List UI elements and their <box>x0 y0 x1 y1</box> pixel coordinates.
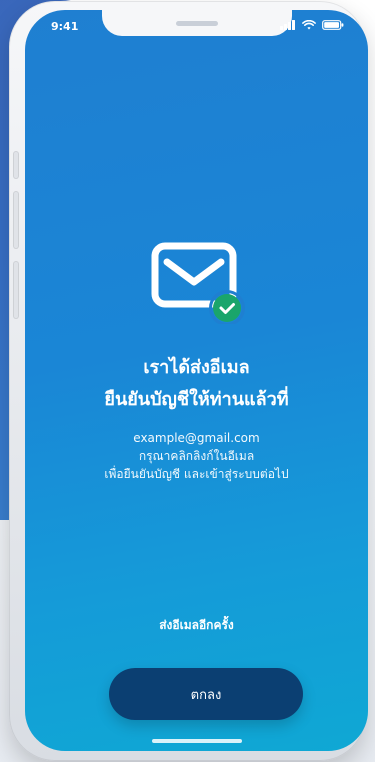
title-line-1: เราได้ส่งอีเมล <box>143 357 250 378</box>
side-button-3 <box>13 261 19 319</box>
side-button-1 <box>13 151 19 179</box>
title-line-2: ยืนยันบัญชีให้ท่านแล้วที่ <box>104 389 289 410</box>
message-line-2: กรุณาคลิกลิงก์ในอีเมล <box>138 449 255 463</box>
ok-button[interactable]: ตกลง <box>109 668 303 720</box>
mail-check-icon <box>151 242 245 324</box>
ok-button-label: ตกลง <box>190 687 222 703</box>
message-line-3: เพื่อยืนยันบัญชี และเข้าสู่ระบบต่อไป <box>104 467 289 481</box>
side-button-2 <box>13 191 19 249</box>
home-indicator[interactable] <box>151 739 242 743</box>
resend-email-link[interactable]: ส่งอีเมลอีกครั้ง <box>25 616 368 635</box>
phone-frame: 9:41 เราได้ส่งอีเมล ยืนยันบัญชีให้ท่านแล… <box>9 1 368 761</box>
phone-screen: 9:41 เราได้ส่งอีเมล ยืนยันบัญชีให้ท่านแล… <box>25 10 368 751</box>
page-root: 9:41 เราได้ส่งอีเมล ยืนยันบัญชีให้ท่านแล… <box>0 0 375 762</box>
email-address: example@gmail.com <box>133 431 260 445</box>
confirmation-content: เราได้ส่งอีเมล ยืนยันบัญชีให้ท่านแล้วที่… <box>25 10 368 751</box>
